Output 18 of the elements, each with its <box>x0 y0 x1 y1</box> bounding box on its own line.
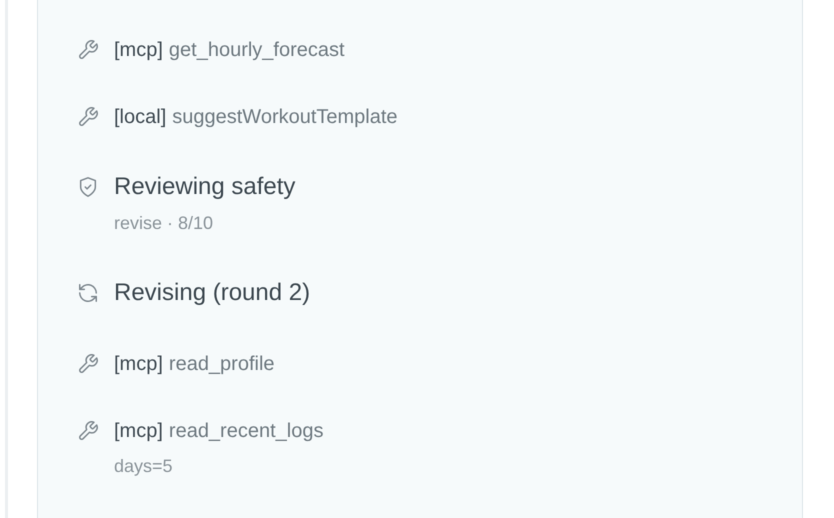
stage-title: Revising (round 2) <box>114 279 310 307</box>
tool-name: suggestWorkoutTemplate <box>172 106 398 128</box>
refresh-icon <box>77 282 99 304</box>
tool-name: read_recent_logs <box>168 420 324 442</box>
tool-source: [mcp] <box>114 420 163 442</box>
step-detail: revise · 8/10 <box>114 212 214 235</box>
wrench-icon <box>77 420 99 442</box>
wrench-icon <box>77 353 99 375</box>
wrench-icon <box>77 39 99 61</box>
tool-source: [mcp] <box>114 39 163 61</box>
tool-name: read_profile <box>168 353 275 375</box>
tool-source: [mcp] <box>114 353 163 375</box>
wrench-icon <box>77 106 99 128</box>
tool-name: get_hourly_forecast <box>168 39 345 61</box>
step-detail: days=5 <box>114 455 174 478</box>
shield-check-icon <box>77 176 99 198</box>
stage-title: Reviewing safety <box>114 173 296 201</box>
tool-source: [local] <box>114 106 166 128</box>
